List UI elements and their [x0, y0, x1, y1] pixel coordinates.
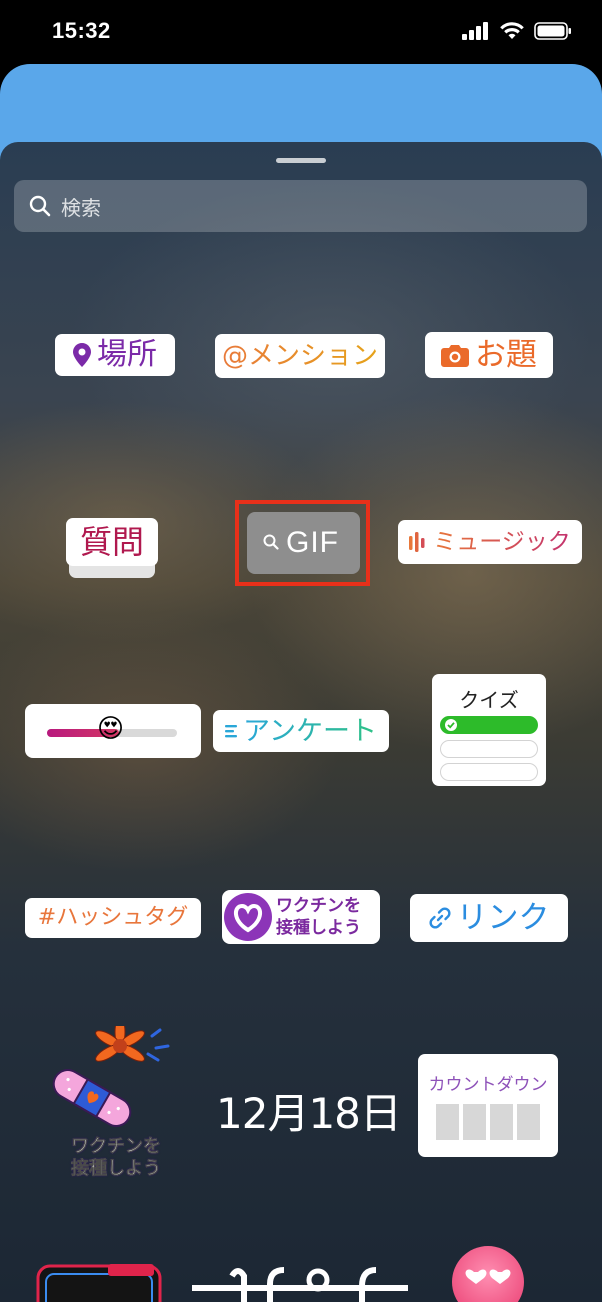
search-placeholder: 検索 — [61, 196, 101, 220]
countdown-digit-box — [490, 1104, 513, 1140]
quiz-option-correct — [440, 716, 538, 734]
music-bars-icon — [409, 532, 425, 552]
heart-eyes-face-sticker[interactable] — [452, 1246, 524, 1302]
question-sticker-face: 質問 — [66, 518, 158, 566]
gif-label: GIF — [286, 526, 339, 559]
status-time: 15:32 — [52, 18, 111, 43]
heart-eyes-icon — [465, 1269, 511, 1284]
quiz-option — [440, 763, 538, 781]
odai-label: お題 — [475, 336, 537, 373]
countdown-digit-box — [463, 1104, 486, 1140]
vaccine-badge-sticker[interactable]: ワクチンを 接種しよう — [222, 890, 380, 944]
music-label: ミュージック — [433, 528, 571, 555]
mention-sticker[interactable]: @メンション — [215, 334, 385, 378]
hashtag-sticker[interactable]: #ハッシュタグ — [25, 898, 201, 938]
hashtag-label: #ハッシュタグ — [37, 905, 189, 930]
odai-sticker[interactable]: お題 — [425, 332, 553, 378]
emoji-slider-sticker[interactable]: 😍 — [25, 704, 201, 758]
flower-bandage-icon — [52, 1017, 170, 1127]
camera-icon — [441, 345, 469, 367]
date-sticker[interactable]: 12月18日 — [216, 1080, 402, 1141]
link-sticker[interactable]: リンク — [410, 894, 568, 942]
music-sticker[interactable]: ミュージック — [398, 520, 582, 564]
sticker-sheet: 検索 場所 @メンション お題 質問 GIF ミュージック 😍 アンケート クイ… — [0, 142, 602, 1302]
poll-lines-icon — [225, 725, 238, 738]
quiz-option — [440, 740, 538, 758]
vaccine-badge-label: ワクチンを 接種しよう — [276, 896, 361, 938]
sheet-drag-handle[interactable] — [276, 158, 326, 163]
gif-highlight-box: GIF — [235, 500, 370, 586]
countdown-digit-box — [517, 1104, 540, 1140]
quiz-title: クイズ — [459, 688, 519, 712]
wifi-icon — [500, 22, 524, 39]
battery-icon — [534, 22, 571, 40]
tokyo-neon-sticker[interactable] — [34, 1260, 164, 1302]
question-label: 質問 — [79, 523, 144, 561]
signal-icon — [462, 22, 488, 40]
link-icon — [428, 907, 451, 929]
status-bar: 15:32 — [0, 0, 602, 62]
temperature-sticker[interactable] — [192, 1256, 408, 1302]
countdown-sticker[interactable]: カウントダウン — [418, 1054, 558, 1157]
countdown-digit-box — [436, 1104, 459, 1140]
poll-sticker[interactable]: アンケート — [213, 710, 389, 752]
temperature-strike-icon — [192, 1267, 408, 1302]
location-pin-icon — [73, 343, 91, 367]
search-icon — [29, 195, 51, 217]
countdown-label: カウントダウン — [428, 1075, 548, 1095]
gif-search-icon — [263, 534, 279, 550]
mention-label: @メンション — [221, 341, 378, 371]
heart-eyes-emoji-icon: 😍 — [97, 714, 125, 744]
gif-sticker[interactable]: GIF — [247, 512, 360, 574]
location-sticker[interactable]: 場所 — [55, 334, 175, 376]
sticker-search-input[interactable]: 検索 — [14, 180, 587, 232]
tokyo-neon-icon — [36, 1264, 162, 1302]
quiz-sticker[interactable]: クイズ — [432, 674, 546, 786]
vaccine-sticker-caption: ワクチンを 接種しよう — [71, 1136, 162, 1180]
poll-label: アンケート — [243, 715, 377, 747]
status-icons — [462, 22, 572, 40]
heart-badge-icon — [224, 893, 272, 941]
link-label: リンク — [456, 899, 550, 936]
question-sticker[interactable]: 質問 — [66, 518, 158, 578]
location-label: 場所 — [97, 337, 157, 372]
check-icon — [445, 719, 457, 731]
